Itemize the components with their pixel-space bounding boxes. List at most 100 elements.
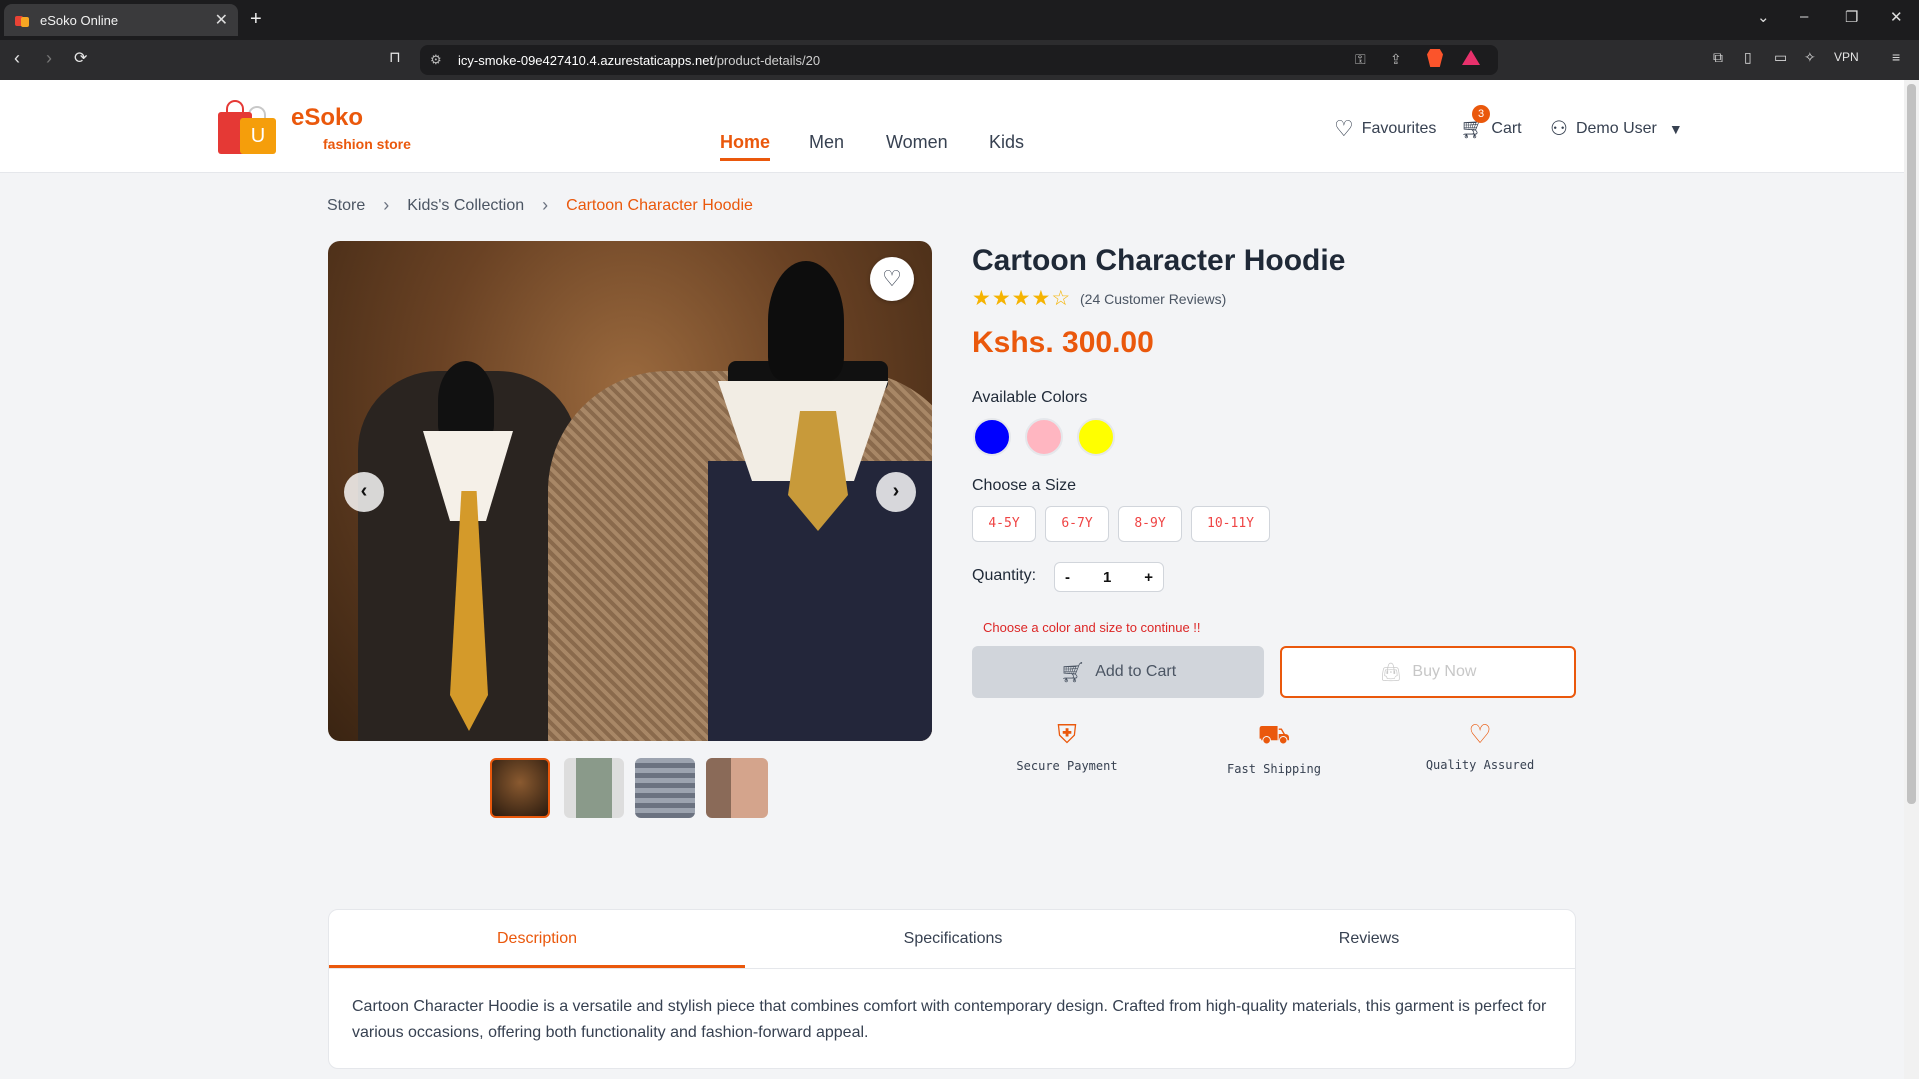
new-tab-icon[interactable]: +	[250, 8, 262, 31]
breadcrumb-store[interactable]: Store	[327, 197, 365, 215]
feature-fast-shipping: ⛟ Fast Shipping	[1194, 720, 1354, 776]
address-bar[interactable]: ⚙ icy-smoke-09e427410.4.azurestaticapps.…	[420, 45, 1498, 75]
brand-name[interactable]: eSoko	[291, 104, 363, 132]
url-host: icy-smoke-09e427410.4.azurestaticapps.ne…	[458, 52, 714, 68]
cart-icon: 🛒︎	[1059, 661, 1086, 684]
site-info-icon[interactable]: ⚙	[430, 52, 442, 68]
restore-icon[interactable]: ❐	[1845, 8, 1858, 26]
add-to-favourites-heart-icon[interactable]: ♡	[870, 257, 914, 301]
forward-icon[interactable]: ›	[46, 48, 52, 69]
chevron-right-icon: ›	[542, 195, 549, 215]
breadcrumb-collection[interactable]: Kids's Collection	[407, 197, 524, 215]
heart-outline-icon: ♡	[1468, 720, 1492, 750]
thumbnail-1[interactable]	[490, 758, 550, 818]
shield-icon: ⛨	[1057, 720, 1077, 750]
user-icon: ⚇	[1550, 118, 1568, 140]
size-option-6-7y[interactable]: 6-7Y	[1045, 506, 1109, 542]
shopping-bag-icon: 👜︎	[1379, 661, 1403, 682]
review-count[interactable]: (24 Customer Reviews)	[1080, 291, 1226, 307]
sidebar-icon[interactable]: ▯	[1744, 49, 1752, 66]
shopping-bag-logo-icon[interactable]: U	[218, 100, 278, 156]
prev-image-arrow-icon[interactable]: ‹	[344, 472, 384, 512]
bookmark-icon[interactable]: ⊓	[389, 48, 401, 66]
chevron-right-icon: ›	[383, 195, 390, 215]
nav-men[interactable]: Men	[809, 132, 844, 153]
favourites-label: Favourites	[1361, 120, 1437, 137]
star-filled-icon: ★	[1011, 287, 1032, 310]
nav-active-underline	[720, 158, 770, 161]
star-filled-icon: ★	[972, 287, 992, 310]
breadcrumb-current: Cartoon Character Hoodie	[566, 196, 753, 214]
buy-now-button[interactable]: 👜︎ Buy Now	[1280, 646, 1576, 698]
user-name: Demo User	[1575, 119, 1657, 137]
feature-label: Secure Payment	[1016, 759, 1118, 773]
product-tabs-panel: Description Specifications Reviews Carto…	[328, 909, 1576, 1069]
logo-letter: U	[240, 118, 276, 154]
next-image-arrow-icon[interactable]: ›	[876, 472, 916, 512]
close-window-icon[interactable]: ✕	[1890, 8, 1903, 26]
url-path: /product-details/20	[713, 52, 821, 68]
tab-specifications[interactable]: Specifications	[745, 910, 1161, 968]
share-icon[interactable]: ⇪	[1390, 51, 1402, 68]
nav-home[interactable]: Home	[720, 132, 770, 153]
quantity-stepper: - 1 +	[1054, 562, 1164, 592]
star-filled-icon: ★	[991, 287, 1012, 310]
reload-icon[interactable]: ⟳	[74, 48, 87, 68]
quantity-increase-button[interactable]: +	[1144, 569, 1153, 586]
close-tab-icon[interactable]: ✕	[215, 10, 228, 30]
key-icon[interactable]: ⚿	[1355, 51, 1366, 68]
add-to-cart-button[interactable]: 🛒︎ Add to Cart	[972, 646, 1264, 698]
quantity-decrease-button[interactable]: -	[1065, 569, 1070, 586]
cart-label: Cart	[1491, 119, 1522, 137]
brand-tagline: fashion store	[323, 136, 411, 152]
nav-women[interactable]: Women	[886, 132, 948, 153]
tab-list-icon[interactable]: ⌄	[1757, 8, 1770, 26]
nav-kids[interactable]: Kids	[989, 132, 1024, 153]
thumbnail-2[interactable]	[564, 758, 624, 818]
quantity-value[interactable]: 1	[1103, 569, 1111, 586]
site-header: U eSoko fashion store Home Men Women Kid…	[0, 80, 1904, 173]
extensions-icon[interactable]: ⧉	[1713, 49, 1723, 66]
wallet-icon[interactable]: ▭	[1774, 49, 1787, 66]
browser-toolbar: ‹ › ⟳ ⊓ ⚙ icy-smoke-09e427410.4.azuresta…	[0, 40, 1919, 80]
size-option-8-9y[interactable]: 8-9Y	[1118, 506, 1182, 542]
selection-warning: Choose a color and size to continue !!	[983, 620, 1201, 635]
product-title: Cartoon Character Hoodie	[972, 244, 1346, 277]
minimize-icon[interactable]: –	[1800, 8, 1808, 25]
product-description: Cartoon Character Hoodie is a versatile …	[352, 998, 1547, 1041]
cart-link[interactable]: 🛒︎ Cart	[1460, 116, 1522, 141]
thumbnail-3[interactable]	[635, 758, 695, 818]
user-menu[interactable]: ⚇ Demo User ▼	[1550, 116, 1683, 141]
favourites-link[interactable]: ♡ Favourites	[1334, 116, 1436, 142]
vpn-button[interactable]: VPN	[1834, 50, 1859, 64]
star-empty-icon: ☆	[1051, 287, 1072, 310]
breadcrumb: Store › Kids's Collection › Cartoon Char…	[327, 195, 753, 216]
back-icon[interactable]: ‹	[14, 48, 20, 69]
brave-rewards-icon[interactable]	[1462, 50, 1480, 65]
size-label: Choose a Size	[972, 477, 1077, 494]
color-swatch-yellow[interactable]	[1077, 418, 1115, 456]
tab-reviews[interactable]: Reviews	[1161, 910, 1577, 968]
colors-label: Available Colors	[972, 389, 1088, 406]
scrollbar-thumb[interactable]	[1907, 84, 1916, 804]
menu-icon[interactable]: ≡	[1892, 49, 1900, 65]
size-option-10-11y[interactable]: 10-11Y	[1191, 506, 1270, 542]
tab-description[interactable]: Description	[329, 910, 745, 968]
color-swatch-blue[interactable]	[973, 418, 1011, 456]
browser-tab[interactable]: eSoko Online ✕	[4, 4, 238, 36]
tab-divider	[329, 968, 1575, 969]
quantity-label: Quantity:	[972, 567, 1037, 584]
size-option-4-5y[interactable]: 4-5Y	[972, 506, 1036, 542]
tab-title: eSoko Online	[40, 12, 119, 28]
color-swatch-pink[interactable]	[1025, 418, 1063, 456]
rating-stars: ★★★★☆	[972, 286, 1071, 311]
feature-quality-assured: ♡ Quality Assured	[1400, 720, 1560, 772]
buy-now-label: Buy Now	[1412, 663, 1477, 680]
star-filled-icon: ★	[1031, 287, 1052, 310]
leo-ai-icon[interactable]: ✧	[1804, 49, 1816, 66]
feature-label: Quality Assured	[1425, 758, 1535, 772]
chevron-down-icon: ▼	[1668, 120, 1683, 137]
thumbnail-4[interactable]	[706, 758, 768, 818]
page-scrollbar[interactable]	[1904, 80, 1919, 1079]
add-to-cart-label: Add to Cart	[1095, 663, 1177, 680]
